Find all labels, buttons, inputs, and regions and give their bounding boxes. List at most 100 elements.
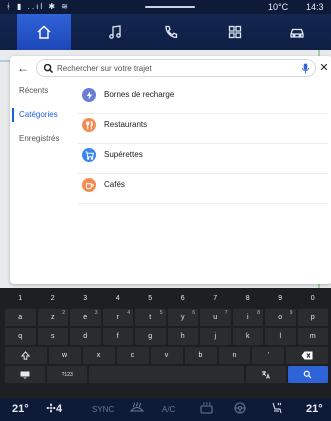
back-arrow-icon[interactable]: ← [16,61,30,75]
key-a[interactable]: a [5,309,36,326]
key-p[interactable]: p [297,309,328,326]
key-w[interactable]: w [48,347,81,364]
shift-icon [21,351,31,360]
key-s[interactable]: s [37,328,68,345]
key-label: p [310,314,315,321]
key-h[interactable]: h [167,328,198,345]
key-r[interactable]: r4 [102,309,133,326]
key-c[interactable]: c [116,347,149,364]
list-item[interactable]: Cafés [78,174,328,204]
passenger-seat-heat-button[interactable] [270,398,282,421]
key-4[interactable]: 4 [102,290,133,307]
keyboard-row-2: q s d f g h j k l m [4,328,329,345]
music-icon [109,25,121,39]
front-defrost-button[interactable] [129,398,145,421]
keyboard-row-3: w x c v b n ' [4,347,329,364]
tab-apps[interactable] [208,14,262,50]
space-key[interactable] [89,366,244,383]
list-item[interactable]: Restaurants [78,114,328,144]
search-key[interactable] [287,366,328,383]
key-l[interactable]: l [265,328,296,345]
key-y[interactable]: y6 [167,309,198,326]
key-2[interactable]: 2 [37,290,68,307]
key-q[interactable]: q [5,328,36,345]
search-icon [43,63,54,74]
connectivity-icons: ᚼ ▮ ..ıl ✱ ≋ [6,2,70,11]
key-j[interactable]: j [200,328,231,345]
key-0[interactable]: 0 [297,290,328,307]
tab-phone[interactable] [144,14,198,50]
air-recirculation-button[interactable] [234,398,246,421]
coffee-icon [82,178,96,192]
key-1[interactable]: 1 [5,290,36,307]
charging-station-icon [82,88,96,102]
sync-button[interactable]: SYNC [92,398,114,421]
search-box[interactable] [36,59,316,77]
key-f[interactable]: f [102,328,133,345]
key-9[interactable]: 9 [265,290,296,307]
rear-defrost-icon [200,402,213,414]
drag-handle[interactable] [145,6,195,8]
key-t[interactable]: t5 [135,309,166,326]
phone-icon [165,25,178,38]
key-u[interactable]: u7 [200,309,231,326]
sidebar-item-saved[interactable]: Enregistrés [10,132,72,156]
microphone-icon[interactable] [301,63,310,74]
key-m[interactable]: m [297,328,328,345]
keyboard-row-4: ?123 [4,366,329,383]
symbols-key[interactable]: ?123 [47,366,88,383]
key-8[interactable]: 8 [232,290,263,307]
key-alt-label: 2 [62,310,65,316]
keyboard-icon [20,371,30,379]
tab-vehicle[interactable] [270,14,324,50]
search-input[interactable] [57,61,287,75]
driver-temperature[interactable]: 21° [12,398,29,421]
climate-bar: 21° 4 SYNC A/C 21° [0,398,331,421]
sidebar-item-categories[interactable]: Catégories [10,108,72,132]
passenger-temperature[interactable]: 21° [306,398,323,421]
language-key[interactable] [245,366,286,383]
list-item-label: Cafés [104,180,125,189]
on-screen-keyboard: 1 2 3 4 5 6 7 8 9 0 a z2 e3 r4 t5 y6 u7 … [0,288,331,398]
key-5[interactable]: 5 [135,290,166,307]
key-x[interactable]: x [82,347,115,364]
key-alt-label: 7 [224,310,228,316]
fan-speed[interactable]: 4 [46,398,62,421]
tab-home[interactable] [17,14,71,50]
key-d[interactable]: d [70,328,101,345]
ac-button[interactable]: A/C [162,398,175,421]
restaurant-icon [82,118,96,132]
list-item-label: Bornes de recharge [104,90,175,99]
key-3[interactable]: 3 [70,290,101,307]
shift-key[interactable] [5,347,47,364]
sidebar-item-recents[interactable]: Récents [10,84,72,108]
key-n[interactable]: n [218,347,251,364]
key-alt-label: 6 [192,310,195,316]
key-7[interactable]: 7 [200,290,231,307]
car-icon [290,28,304,38]
backspace-key[interactable] [286,347,329,364]
key-z[interactable]: z2 [37,309,68,326]
sidebar-item-label: Récents [19,86,49,95]
key-6[interactable]: 6 [167,290,198,307]
key-v[interactable]: v [150,347,183,364]
key-e[interactable]: e3 [70,309,101,326]
list-item[interactable]: Bornes de recharge [78,84,328,114]
key-apostrophe[interactable]: ' [252,347,285,364]
keyboard-settings-key[interactable] [5,366,46,383]
rear-defrost-button[interactable] [200,398,213,421]
outside-temperature: 10°C [268,2,289,12]
key-label: i [246,314,249,321]
key-o[interactable]: o9 [265,309,296,326]
list-item[interactable]: Supérettes [78,144,328,174]
close-icon[interactable]: ✕ [318,61,330,75]
key-k[interactable]: k [232,328,263,345]
key-b[interactable]: b [184,347,217,364]
key-label: z [51,314,55,321]
key-i[interactable]: i8 [232,309,263,326]
key-label: r [116,314,119,321]
fan-speed-value: 4 [56,403,63,415]
keyboard-row-1: a z2 e3 r4 t5 y6 u7 i8 o9 p [4,309,329,326]
key-g[interactable]: g [135,328,166,345]
tab-music[interactable] [88,14,142,50]
